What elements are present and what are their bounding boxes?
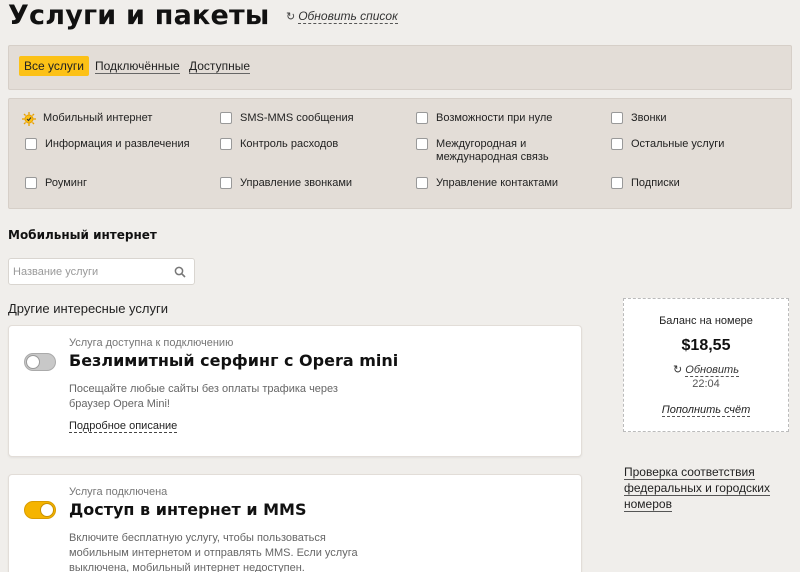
category-info-entertainment[interactable]: Информация и развлечения [25,138,190,151]
service-description: Посещайте любые сайты без оплаты трафика… [69,383,338,410]
tab-connected[interactable]: Подключённые [95,59,180,74]
checkbox[interactable] [611,177,623,189]
category-label: Остальные услуги [631,138,725,150]
number-check-link[interactable]: Проверка соответствия федеральных и горо… [624,464,794,512]
category-contact-management[interactable]: Управление контактами [416,177,558,190]
service-card-opera: Услуга доступна к подключению Безлимитны… [8,325,582,457]
section-title: Мобильный интернет [8,228,157,242]
balance-refresh-link[interactable]: ↻ Обновить [624,363,788,377]
category-other-services[interactable]: Остальные услуги [611,138,724,151]
category-label: Междугородная и международная связь [436,138,549,163]
category-label: SMS-MMS сообщения [240,112,354,124]
category-call-management[interactable]: Управление звонками [220,177,352,190]
checkbox[interactable] [416,177,428,189]
refresh-icon: ↻ [286,11,296,23]
category-label: Управление звонками [240,177,353,189]
category-expense-control[interactable]: Контроль расходов [220,138,338,151]
topup-link[interactable]: Пополнить счёт [624,404,788,417]
checkbox[interactable] [220,177,232,189]
checkbox[interactable] [611,138,623,150]
category-label: Управление контактами [436,177,559,189]
service-status: Услуга доступна к подключению [69,337,234,349]
checkbox[interactable] [220,112,232,124]
category-zero-balance[interactable]: Возможности при нуле [416,112,552,125]
category-label: Возможности при нуле [436,112,553,124]
service-description: Включите бесплатную услугу, чтобы пользо… [69,532,358,572]
filter-tabs: Все услуги Подключённые Доступные [8,45,792,90]
refresh-list-link[interactable]: ↻ Обновить список [286,9,398,24]
tab-all-services[interactable]: Все услуги [19,56,89,76]
search-icon[interactable] [174,265,186,283]
checkbox[interactable] [416,112,428,124]
balance-value: $18,55 [681,337,731,354]
category-label: Подписки [631,177,680,189]
toggle-knob [26,355,40,369]
checkbox[interactable] [220,138,232,150]
category-label: Информация и развлечения [45,138,190,150]
balance-time: 22:04 [692,378,720,390]
balance-refresh-label: Обновить [685,364,739,377]
category-mobile-internet[interactable]: Мобильный интернет [22,112,153,126]
checkbox[interactable] [25,138,37,150]
page-title: Услуги и пакеты [8,0,270,31]
service-title: Безлимитный серфинг с Opera mini [69,351,399,370]
category-filter-panel: Мобильный интернет SMS-MMS сообщения Воз… [8,98,792,209]
category-label: Контроль расходов [240,138,339,150]
tab-available[interactable]: Доступные [189,59,250,74]
service-toggle-on[interactable] [24,501,56,519]
other-services-title: Другие интересные услуги [8,301,168,316]
service-toggle-off[interactable] [24,353,56,371]
category-subscriptions[interactable]: Подписки [611,177,680,190]
number-check-label: Проверка соответствия федеральных и горо… [624,465,771,512]
more-info-link[interactable]: Подробное описание [69,420,178,433]
toggle-knob [40,503,54,517]
service-search [8,258,195,285]
category-calls[interactable]: Звонки [611,112,667,125]
checkbox[interactable] [25,177,37,189]
service-card-internet-mms: Услуга подключена Доступ в интернет и MM… [8,474,582,572]
checkbox[interactable] [611,112,623,124]
refresh-icon: ↻ [672,364,683,376]
checked-sun-icon [22,112,36,126]
topup-label: Пополнить счёт [661,404,751,417]
checkbox[interactable] [416,138,428,150]
category-label: Роуминг [45,177,88,189]
category-roaming[interactable]: Роуминг [25,177,87,190]
category-label: Мобильный интернет [43,112,153,124]
search-input[interactable] [9,265,169,278]
balance-label: Баланс на номере [659,315,753,327]
refresh-list-label: Обновить список [298,9,398,24]
service-title: Доступ в интернет и MMS [69,500,307,519]
category-long-distance[interactable]: Междугородная и международная связь [416,138,549,164]
category-label: Звонки [631,112,667,124]
service-status: Услуга подключена [69,486,168,498]
category-sms-mms[interactable]: SMS-MMS сообщения [220,112,354,125]
balance-widget: Баланс на номере $18,55 ↻ Обновить 22:04… [623,298,789,432]
